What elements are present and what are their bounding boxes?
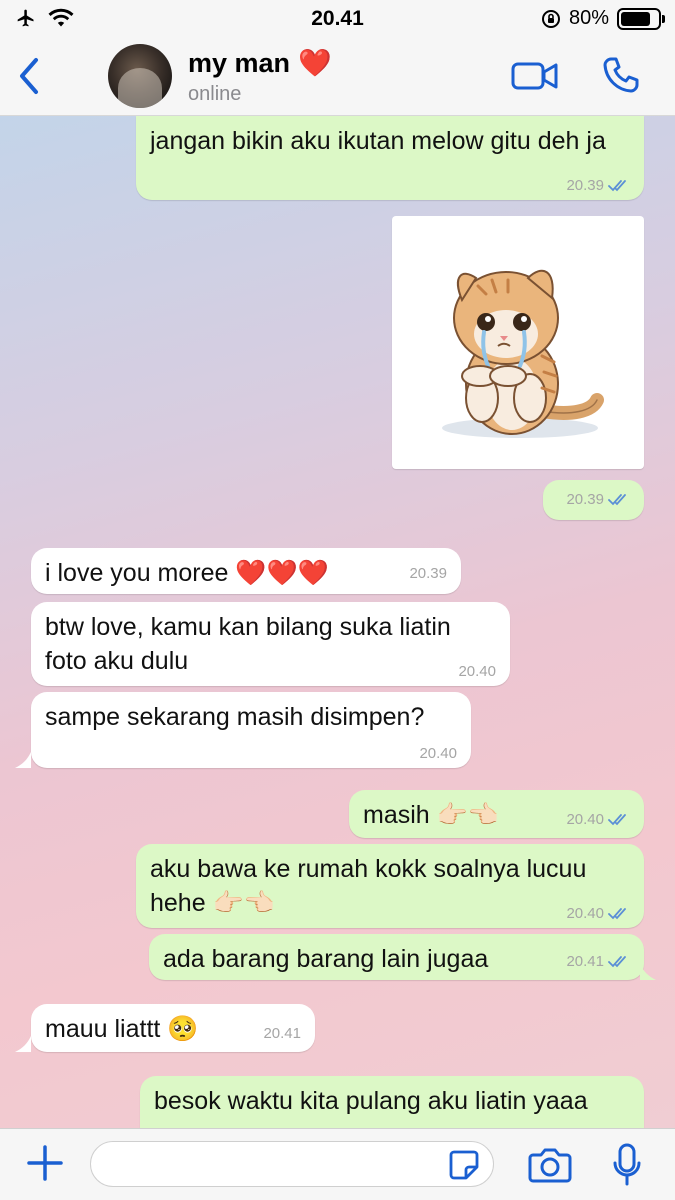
microphone-icon[interactable]	[612, 1143, 642, 1187]
status-time: 20.41	[311, 7, 364, 30]
message-bubble-incoming[interactable]: i love you moree ❤️❤️❤️ 20.39	[31, 548, 461, 594]
battery-icon	[617, 7, 665, 30]
message-input[interactable]	[90, 1141, 494, 1187]
read-ticks-icon	[608, 908, 626, 920]
message-time: 20.39	[566, 491, 604, 508]
bubble-tail	[640, 964, 656, 980]
message-bubble-outgoing[interactable]: aku bawa ke rumah kokk soalnya lucuu heh…	[136, 844, 644, 928]
message-text: ada barang barang lain jugaa	[163, 945, 489, 973]
read-ticks-icon	[608, 956, 626, 968]
contact-name-text: my man	[188, 47, 291, 78]
message-text: masih 👉🏻👈🏻	[363, 801, 499, 829]
message-bubble-outgoing[interactable]: jangan bikin aku ikutan melow gitu deh j…	[136, 116, 644, 200]
video-call-icon[interactable]	[511, 60, 559, 92]
status-bar: 20.41 80%	[0, 0, 675, 38]
message-meta: 20.41	[566, 954, 630, 970]
message-text: aku bawa ke rumah kokk soalnya lucuu heh…	[150, 855, 587, 917]
crying-kitten-sticker-image	[442, 269, 604, 438]
input-bar	[0, 1128, 675, 1200]
bubble-tail	[15, 752, 31, 768]
message-text: mauu liattt 🥺	[45, 1015, 199, 1043]
contact-name-emoji: ❤️	[298, 48, 332, 78]
message-text: i love you moree ❤️❤️❤️	[45, 559, 329, 587]
phone-icon[interactable]	[602, 56, 640, 94]
contact-status: online	[188, 83, 242, 105]
message-bubble-incoming[interactable]: btw love, kamu kan bilang suka liatin fo…	[31, 602, 510, 686]
status-left	[16, 8, 74, 28]
message-meta: 20.39	[409, 566, 447, 582]
message-meta: 20.40	[419, 746, 457, 762]
message-time: 20.39	[409, 565, 447, 582]
message-time: 20.40	[458, 663, 496, 680]
camera-icon[interactable]	[528, 1146, 572, 1184]
message-bubble-outgoing[interactable]: masih 👉🏻👈🏻 20.40	[349, 790, 644, 838]
battery-percent: 80%	[568, 7, 609, 29]
orientation-lock-icon	[541, 9, 560, 28]
message-bubble-outgoing[interactable]: ada barang barang lain jugaa 20.41	[149, 934, 644, 980]
message-bubble-outgoing[interactable]: besok waktu kita pulang aku liatin yaaa	[140, 1076, 644, 1128]
contact-name[interactable]: my man ❤️	[188, 47, 332, 79]
read-ticks-icon	[608, 814, 626, 826]
message-text: jangan bikin aku ikutan melow gitu deh j…	[150, 127, 606, 155]
message-meta: 20.41	[263, 1026, 301, 1042]
avatar[interactable]	[108, 44, 172, 108]
message-meta: 20.39	[566, 178, 630, 194]
message-bubble-incoming[interactable]: sampe sekarang masih disimpen? 20.40	[31, 692, 471, 768]
back-chevron-icon[interactable]	[14, 54, 44, 98]
message-text: sampe sekarang masih disimpen?	[45, 703, 425, 731]
message-bubble-incoming[interactable]: mauu liattt 🥺 20.41	[31, 1004, 315, 1052]
message-time: 20.41	[263, 1025, 301, 1042]
message-meta: 20.40	[566, 812, 630, 828]
plus-icon[interactable]	[26, 1144, 64, 1182]
bubble-tail	[15, 1036, 31, 1052]
message-text: btw love, kamu kan bilang suka liatin fo…	[45, 613, 451, 675]
status-right: 80%	[541, 7, 665, 30]
message-time: 20.41	[566, 953, 604, 970]
wifi-icon	[48, 8, 74, 27]
read-ticks-icon	[608, 180, 626, 192]
message-meta: 20.40	[458, 664, 496, 680]
image-message[interactable]	[392, 216, 644, 469]
message-time: 20.40	[566, 811, 604, 828]
message-meta: 20.40	[566, 906, 630, 922]
airplane-icon	[17, 9, 34, 27]
sticker-icon[interactable]	[448, 1149, 480, 1181]
message-bubble-outgoing[interactable]: 20.39	[543, 480, 644, 520]
chat-area[interactable]: jangan bikin aku ikutan melow gitu deh j…	[0, 116, 675, 1128]
battery-level	[621, 11, 650, 26]
read-ticks-icon	[608, 494, 626, 506]
message-meta: 20.39	[566, 492, 630, 508]
chat-header: my man ❤️ online	[0, 38, 675, 116]
message-time: 20.40	[419, 745, 457, 762]
message-time: 20.39	[566, 177, 604, 194]
message-time: 20.40	[566, 905, 604, 922]
message-text: besok waktu kita pulang aku liatin yaaa	[154, 1087, 588, 1115]
